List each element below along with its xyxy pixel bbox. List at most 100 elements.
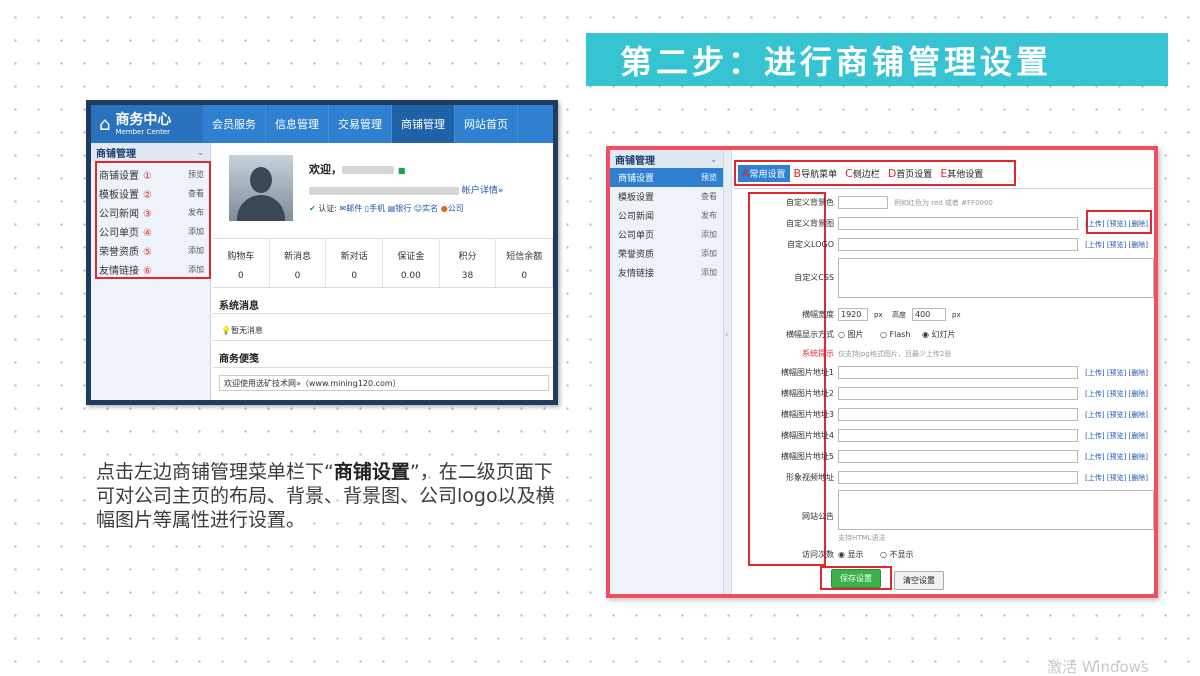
radio-flash[interactable]: ○ Flash bbox=[880, 328, 911, 342]
instruction-text: 点击左边商铺管理菜单栏下“商铺设置”，在二级页面下可对公司主页的布局、背景、背景… bbox=[96, 461, 555, 531]
form-row-bg-color: 自定义背景色 例如红色为 red 或者 #FF0000 bbox=[734, 196, 1154, 210]
form-row-visits: 访问次数 ◉ 显示 ○ 不显示 bbox=[734, 548, 1154, 562]
divider bbox=[213, 313, 553, 314]
sidebar-item-shop-settings[interactable]: 商铺设置 预览 bbox=[610, 168, 723, 187]
sidebar-header[interactable]: 商铺管理 ⌄ bbox=[91, 143, 210, 161]
sidebar-header[interactable]: 商铺管理 ⌄ bbox=[610, 150, 723, 168]
delete-link: [删除] bbox=[1128, 241, 1148, 249]
radio-image[interactable]: ○ 图片 bbox=[838, 328, 864, 342]
nav-tab-trade-management[interactable]: 交易管理 bbox=[329, 105, 392, 143]
tab-nav-menu[interactable]: B导航菜单 bbox=[790, 165, 842, 182]
bg-color-input[interactable] bbox=[838, 196, 888, 209]
upload-link: [上传] bbox=[1085, 241, 1105, 249]
stat-points[interactable]: 积分 38 bbox=[440, 239, 497, 287]
form-row-banner3: 横幅图片地址3 [上传] [预览] [删除] bbox=[780, 408, 1148, 421]
banner4-input[interactable] bbox=[838, 429, 1078, 442]
logo-input[interactable] bbox=[838, 238, 1078, 251]
highlight-term: 商铺设置 bbox=[333, 461, 410, 483]
cert-bank[interactable]: 银行 bbox=[395, 204, 411, 213]
logo-links[interactable]: [上传] [预览] [删除] bbox=[1085, 238, 1148, 252]
stat-cart[interactable]: 购物车 0 bbox=[213, 239, 270, 287]
id-card-icon: ☺ bbox=[413, 204, 423, 213]
stat-new-messages[interactable]: 新消息 0 bbox=[270, 239, 327, 287]
banner3-input[interactable] bbox=[838, 408, 1078, 421]
cert-email[interactable]: 邮件 bbox=[346, 204, 362, 213]
tab-other-settings[interactable]: E其他设置 bbox=[936, 165, 987, 182]
upload-link: [上传] bbox=[1085, 220, 1105, 228]
tab-common-settings[interactable]: A常用设置 bbox=[738, 164, 790, 182]
sidebar-item-template-settings[interactable]: 模板设置 查看 bbox=[610, 187, 723, 206]
logo-subtitle: Member Center bbox=[115, 127, 171, 136]
bg-image-links[interactable]: [上传] [预览] [删除] bbox=[1085, 217, 1148, 231]
chevron-down-icon: ⌄ bbox=[710, 154, 717, 164]
sidebar-item-company-page[interactable]: 公司单页 添加 bbox=[610, 225, 723, 244]
cert-realname[interactable]: 实名 bbox=[422, 204, 438, 213]
account-detail-link[interactable]: 帐户详情» bbox=[462, 186, 504, 196]
nav-tab-info-management[interactable]: 信息管理 bbox=[266, 105, 329, 143]
radio-slideshow[interactable]: ◉ 幻灯片 bbox=[922, 328, 956, 342]
chevron-down-icon: ⌄ bbox=[197, 147, 204, 157]
cert-phone[interactable]: 手机 bbox=[369, 204, 385, 213]
clear-button[interactable]: 清空设置 bbox=[894, 571, 944, 590]
memo-text: 欢迎使用选矿技术网»（www.mining120.com） bbox=[219, 375, 549, 391]
banner5-input[interactable] bbox=[838, 450, 1078, 463]
shield-check-icon: ✔ bbox=[309, 204, 316, 213]
shop-settings-screenshot: 商铺管理 ⌄ 商铺设置 预览 模板设置 查看 公司新闻 发布 公司单页 添加 荣誉资质添… bbox=[606, 146, 1158, 598]
cert-company[interactable]: 公司 bbox=[448, 204, 464, 213]
chevron-left-icon: ‹ bbox=[725, 330, 729, 339]
cert-label: 认证: bbox=[318, 204, 337, 213]
highlight-box-sidebar bbox=[95, 161, 211, 279]
memo-title: 商务便笺 bbox=[219, 354, 259, 365]
windows-activation-watermark: 激活 Windows bbox=[1047, 658, 1149, 676]
form-row-notice: 网站公告 bbox=[802, 512, 834, 521]
form-row-logo: 自定义LOGO [上传] [预览] [删除] bbox=[734, 238, 1154, 252]
sidebar-title: 商铺管理 bbox=[96, 148, 136, 160]
preview-link: [预览] bbox=[1106, 241, 1127, 249]
form-row-banner4: 横幅图片地址4 [上传] [预览] [删除] bbox=[780, 429, 1148, 442]
radio-show[interactable]: ◉ 显示 bbox=[838, 548, 864, 562]
stat-new-dialogs[interactable]: 新对话 0 bbox=[326, 239, 384, 287]
nav-tab-site-home[interactable]: 网站首页 bbox=[455, 105, 518, 143]
tab-home-settings[interactable]: D首页设置 bbox=[884, 165, 937, 182]
highlight-box-save: 保存设置 bbox=[820, 566, 892, 590]
page-title-banner: 第二步：进行商铺管理设置 bbox=[586, 33, 1168, 86]
form-row-sys-tip: 系统提示 仅支持jpg格式图片，且最少上传2张 bbox=[802, 349, 952, 358]
sidebar-item-honors[interactable]: 荣誉资质 添加 bbox=[610, 244, 723, 263]
welcome-text: 欢迎， ■ bbox=[309, 163, 406, 176]
sidebar-item-friend-links[interactable]: 友情链接 添加 bbox=[610, 263, 723, 282]
bg-color-hint: 例如红色为 red 或者 #FF0000 bbox=[894, 199, 993, 207]
video-input[interactable] bbox=[838, 471, 1078, 484]
form-row-bg-image: 自定义背景图 [上传] [预览] [删除] bbox=[734, 217, 1154, 231]
system-messages-title: 系统消息 bbox=[219, 301, 259, 312]
radio-hide[interactable]: ○ 不显示 bbox=[880, 548, 914, 562]
company-badge-icon: ● bbox=[440, 204, 448, 213]
home-icon: ⌂ bbox=[99, 113, 111, 135]
sidebar-collapse-handle[interactable]: ‹ bbox=[724, 150, 732, 594]
logo[interactable]: ⌂ 商务中心 Member Center bbox=[91, 105, 203, 143]
system-message-empty: 💡暂无消息 bbox=[221, 326, 263, 335]
banner1-input[interactable] bbox=[838, 366, 1078, 379]
lightbulb-icon: 💡 bbox=[221, 326, 231, 335]
banner-height-input[interactable]: 400 bbox=[912, 308, 946, 321]
bg-image-input[interactable] bbox=[838, 217, 1078, 230]
divider bbox=[213, 367, 553, 368]
save-button[interactable]: 保存设置 bbox=[831, 568, 881, 588]
sidebar: 商铺管理 ⌄ 商铺设置 预览 模板设置 查看 公司新闻 发布 公司单页 添加 荣誉资质添… bbox=[610, 150, 724, 594]
nav-tab-shop-management[interactable]: 商铺管理 bbox=[392, 105, 455, 143]
tab-sidebar[interactable]: C侧边栏 bbox=[841, 165, 884, 182]
nav-tab-member-service[interactable]: 会员服务 bbox=[203, 105, 266, 143]
settings-tabs: A常用设置 B导航菜单 C侧边栏 D首页设置 E其他设置 bbox=[734, 160, 1016, 186]
banner-width-input[interactable]: 1920 bbox=[838, 308, 868, 321]
banner2-input[interactable] bbox=[838, 387, 1078, 400]
sidebar-item-company-news[interactable]: 公司新闻 发布 bbox=[610, 206, 723, 225]
css-textarea[interactable] bbox=[838, 258, 1154, 298]
user-welcome-panel: 欢迎， ■ 帐户详情» ✔ 认证: ✉邮件 ▯手机 ▤银行 ☺实名 ●公司 bbox=[219, 155, 549, 235]
divider bbox=[213, 340, 553, 341]
avatar bbox=[229, 155, 293, 221]
form-row-banner-mode: 横幅显示方式 ○ 图片 ○ Flash ◉ 幻灯片 bbox=[734, 328, 1154, 342]
form-row-banner5: 横幅图片地址5 [上传] [预览] [删除] bbox=[780, 450, 1148, 463]
stat-sms-balance[interactable]: 短信余额 0 bbox=[496, 239, 553, 287]
notice-hint-row: 支持HTML语法 bbox=[838, 534, 886, 542]
stat-deposit[interactable]: 保证金 0.00 bbox=[383, 239, 440, 287]
form-row-banner1: 横幅图片地址1 [上传] [预览] [删除] bbox=[780, 366, 1148, 379]
